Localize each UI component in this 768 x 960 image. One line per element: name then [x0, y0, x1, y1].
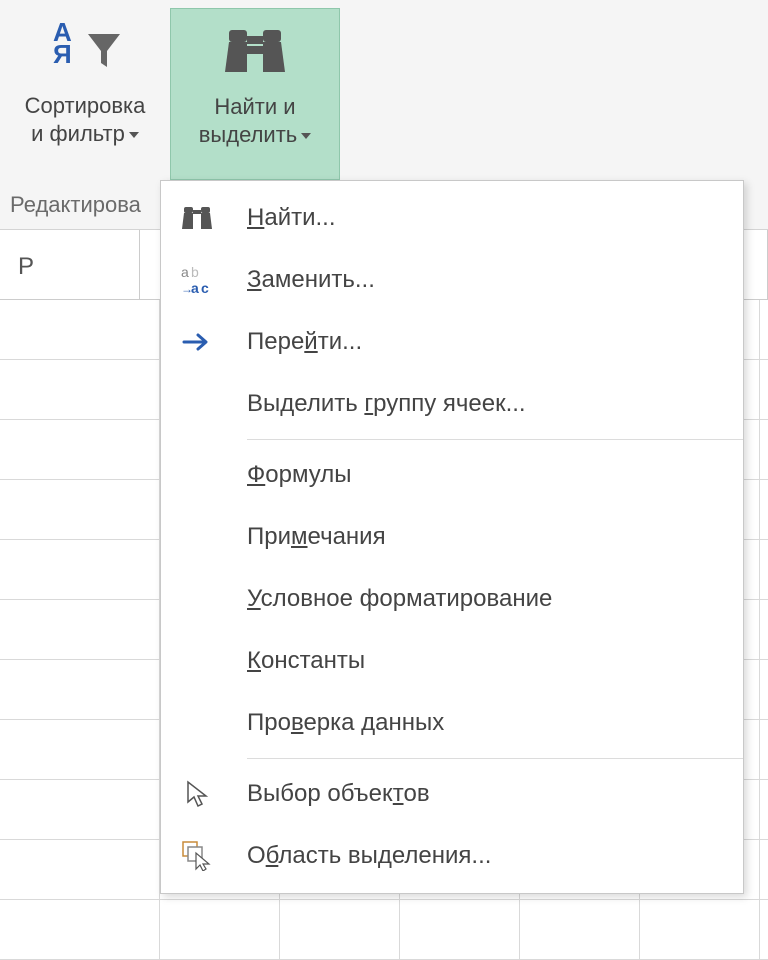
- menu-label: Проверка данных: [247, 709, 444, 737]
- find-select-dropdown: Найти... a b → a c Заменить... Перейти..…: [160, 180, 744, 894]
- menu-label: Условное форматирование: [247, 585, 552, 613]
- menu-label: Формулы: [247, 461, 351, 489]
- svg-text:b: b: [191, 265, 199, 280]
- find-select-label: Найти и выделить: [199, 93, 312, 148]
- menu-formulas[interactable]: Формулы: [161, 444, 743, 506]
- binoculars-icon: [223, 15, 287, 87]
- dropdown-caret-icon: [301, 133, 311, 139]
- binoculars-small-icon: [175, 198, 219, 238]
- find-select-button[interactable]: Найти и выделить: [170, 8, 340, 180]
- dropdown-caret-icon: [129, 132, 139, 138]
- selection-pane-icon: [175, 836, 219, 876]
- menu-label: Заменить...: [247, 266, 375, 294]
- menu-constants[interactable]: Константы: [161, 630, 743, 692]
- replace-icon: a b → a c: [175, 260, 219, 300]
- menu-comments[interactable]: Примечания: [161, 506, 743, 568]
- ribbon-group-label: Редактирова: [10, 192, 141, 218]
- menu-label: Выбор объектов: [247, 780, 430, 808]
- sort-filter-button[interactable]: АЯ Сортировка и фильтр: [0, 8, 170, 180]
- svg-text:a: a: [181, 265, 189, 280]
- menu-conditional-formatting[interactable]: Условное форматирование: [161, 568, 743, 630]
- menu-find[interactable]: Найти...: [161, 187, 743, 249]
- arrow-right-icon: [175, 322, 219, 362]
- column-header-p[interactable]: P: [0, 230, 140, 299]
- menu-label: Константы: [247, 647, 365, 675]
- menu-replace[interactable]: a b → a c Заменить...: [161, 249, 743, 311]
- menu-label: Найти...: [247, 204, 336, 232]
- sort-filter-icon: АЯ: [53, 14, 117, 86]
- menu-label: Перейти...: [247, 328, 362, 356]
- cursor-icon: [175, 774, 219, 814]
- menu-goto[interactable]: Перейти...: [161, 311, 743, 373]
- menu-select-objects[interactable]: Выбор объектов: [161, 763, 743, 825]
- sort-filter-label: Сортировка и фильтр: [25, 92, 146, 147]
- menu-goto-special[interactable]: Выделить группу ячеек...: [161, 373, 743, 435]
- menu-label: Примечания: [247, 523, 386, 551]
- menu-label: Выделить группу ячеек...: [247, 390, 526, 418]
- svg-text:c: c: [201, 280, 209, 295]
- menu-selection-pane[interactable]: Область выделения...: [161, 825, 743, 887]
- menu-label: Область выделения...: [247, 842, 491, 870]
- menu-separator: [247, 758, 743, 759]
- menu-separator: [247, 439, 743, 440]
- svg-text:a: a: [191, 280, 199, 295]
- menu-data-validation[interactable]: Проверка данных: [161, 692, 743, 754]
